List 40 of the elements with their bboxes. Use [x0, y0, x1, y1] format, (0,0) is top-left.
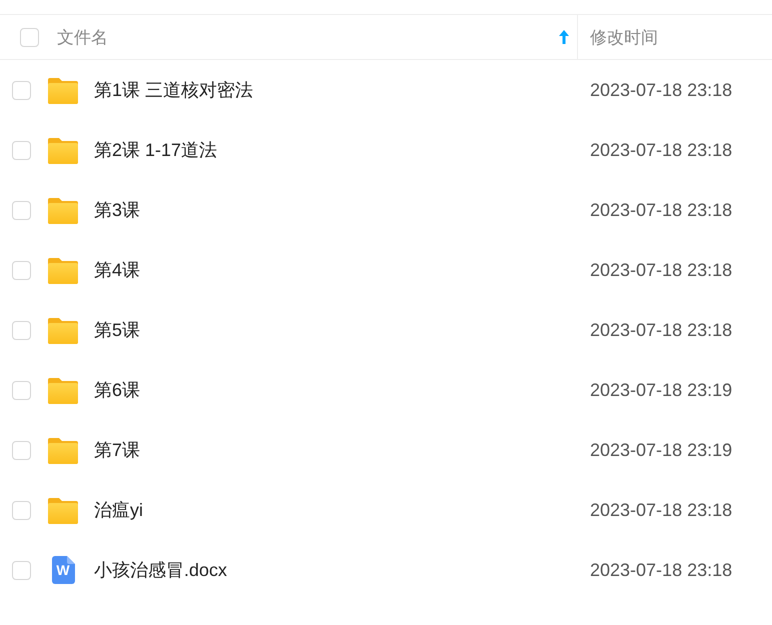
file-name[interactable]: 第5课 [78, 318, 577, 342]
column-header[interactable]: 文件名 [57, 26, 108, 48]
folder-icon [48, 136, 78, 164]
folder-icon [48, 496, 78, 524]
modified-time: 2023-07-18 23:18 [589, 260, 734, 280]
checkbox[interactable] [12, 260, 31, 280]
checkbox[interactable] [12, 380, 31, 400]
folder-icon [48, 76, 78, 104]
file-name[interactable]: 第1课 三道核对密法 [78, 78, 577, 102]
folder-icon [48, 376, 78, 404]
checkbox[interactable] [20, 28, 39, 46]
file-name[interactable]: 小孩治感冒.docx [78, 558, 577, 582]
modified-time: 2023-07-18 23:18 [589, 560, 734, 580]
modified-time: 2023-07-18 23:18 [589, 80, 734, 100]
folder-icon [48, 436, 78, 464]
file-name[interactable]: 第3课 [78, 198, 577, 222]
checkbox[interactable] [12, 320, 31, 340]
file-name[interactable]: 第2课 1-17道法 [78, 138, 577, 162]
modified-time: 2023-07-18 23:18 [589, 200, 734, 220]
checkbox[interactable] [12, 80, 31, 100]
file-name[interactable]: 第4课 [78, 258, 577, 282]
sort-arrow-icon[interactable] [559, 30, 569, 44]
checkbox[interactable] [12, 500, 31, 520]
folder-icon [48, 196, 78, 224]
file-name[interactable]: 第6课 [78, 378, 577, 402]
modified-time: 2023-07-18 23:19 [589, 440, 734, 460]
folder-icon [48, 316, 78, 344]
document-icon: W [52, 556, 74, 584]
column-header[interactable]: 修改时间 [577, 15, 772, 59]
modified-time: 2023-07-18 23:18 [589, 500, 734, 520]
file-name[interactable]: 治瘟yi [78, 498, 577, 522]
checkbox[interactable] [12, 200, 31, 220]
checkbox[interactable] [12, 140, 31, 160]
file-name[interactable]: 第7课 [78, 438, 577, 462]
checkbox[interactable] [12, 560, 31, 580]
modified-time: 2023-07-18 23:18 [589, 320, 734, 340]
checkbox[interactable] [12, 440, 31, 460]
folder-icon [48, 256, 78, 284]
modified-time: 2023-07-18 23:18 [589, 140, 734, 160]
modified-time: 2023-07-18 23:19 [589, 380, 734, 400]
